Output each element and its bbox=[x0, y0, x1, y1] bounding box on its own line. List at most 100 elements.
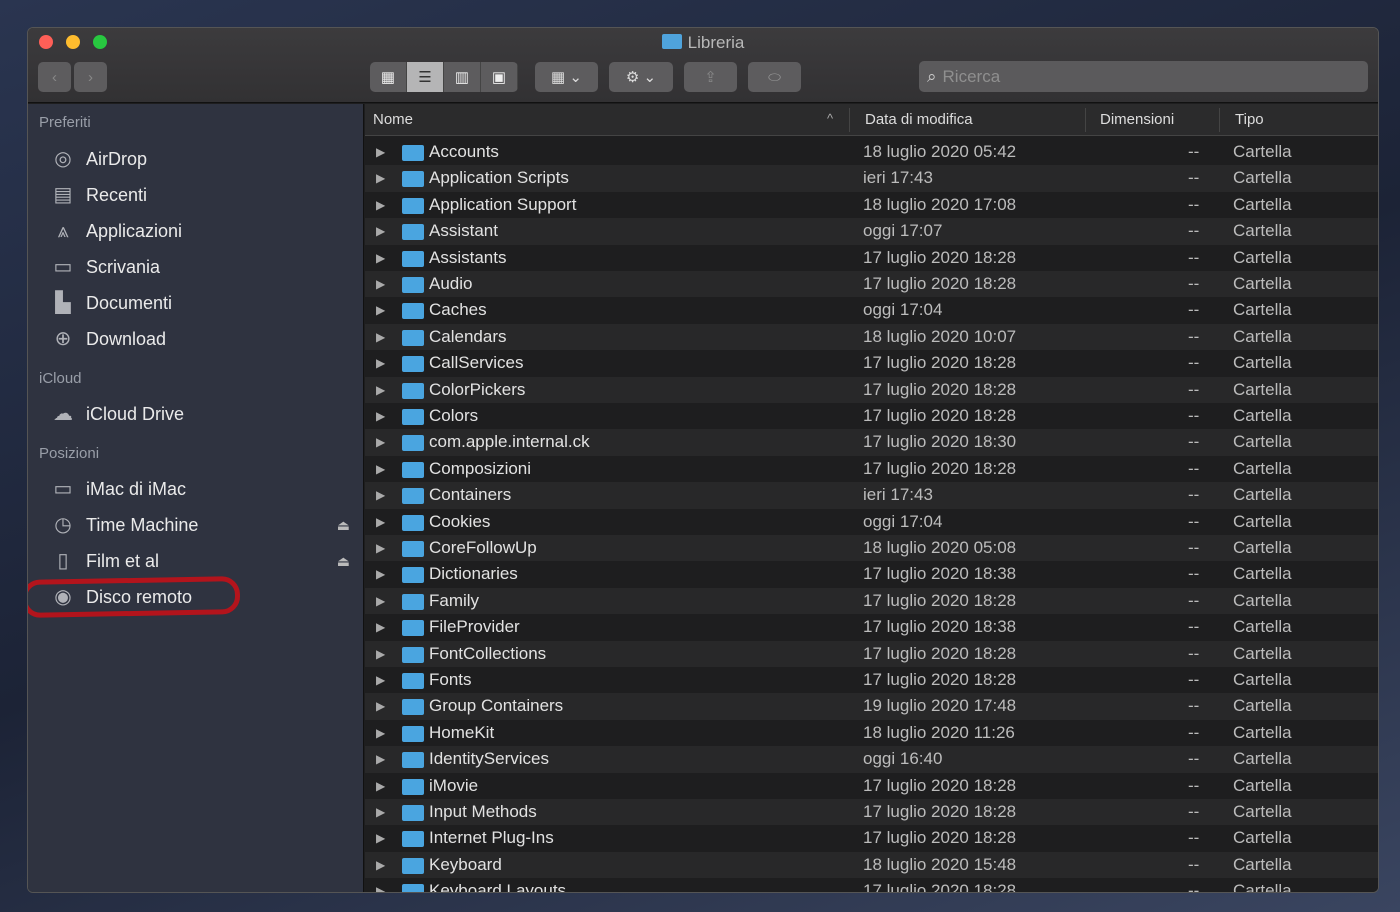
disclosure-triangle-icon[interactable]: ▶ bbox=[376, 356, 385, 370]
icon-view-button[interactable]: ▦ bbox=[370, 62, 407, 92]
table-row[interactable]: ▶ Assistants 17 luglio 2020 18:28 -- Cartell… bbox=[365, 245, 1378, 271]
file-size: -- bbox=[1188, 564, 1200, 584]
table-row[interactable]: ▶ com.apple.internal.ck 17 luglio 2020 18:… bbox=[365, 429, 1378, 456]
forward-button[interactable]: › bbox=[74, 62, 107, 92]
disclosure-triangle-icon[interactable]: ▶ bbox=[376, 435, 385, 449]
disclosure-triangle-icon[interactable]: ▶ bbox=[376, 198, 385, 212]
table-row[interactable]: ▶ FontCollections 17 luglio 2020 18:28 -- Ca… bbox=[365, 640, 1378, 667]
file-kind: Cartella bbox=[1233, 564, 1292, 584]
column-view-button[interactable]: ▥ bbox=[444, 62, 481, 92]
search-input[interactable]: ⌕ Ricerca bbox=[919, 61, 1368, 92]
disclosure-triangle-icon[interactable]: ▶ bbox=[376, 224, 385, 238]
column-date[interactable]: Data di modifica bbox=[865, 111, 973, 128]
table-row[interactable]: ▶ IdentityServices oggi 16:40 -- Cartella bbox=[365, 746, 1378, 773]
table-row[interactable]: ▶ Assistant oggi 17:07 -- Cartella bbox=[365, 218, 1378, 245]
sidebar-item-airdrop[interactable]: ◎ AirDrop bbox=[50, 144, 350, 174]
table-row[interactable]: ▶ Keyboard 18 luglio 2020 15:48 -- Cartella bbox=[365, 851, 1378, 879]
disclosure-triangle-icon[interactable]: ▶ bbox=[376, 383, 385, 397]
folder-icon bbox=[402, 224, 424, 241]
disclosure-triangle-icon[interactable]: ▶ bbox=[376, 647, 385, 661]
sidebar-item-download[interactable]: ⊕ Download bbox=[50, 324, 350, 354]
table-row[interactable]: ▶ Dictionaries 17 luglio 2020 18:38 -- Carte… bbox=[365, 561, 1378, 587]
column-size[interactable]: Dimensioni bbox=[1100, 111, 1174, 128]
tag-button[interactable]: ⬭ bbox=[748, 62, 801, 92]
table-row[interactable]: ▶ Cookies oggi 17:04 -- Cartella bbox=[365, 509, 1378, 535]
table-row[interactable]: ▶ Family 17 luglio 2020 18:28 -- Cartella bbox=[365, 587, 1378, 615]
disclosure-triangle-icon[interactable]: ▶ bbox=[376, 752, 385, 766]
disclosure-triangle-icon[interactable]: ▶ bbox=[376, 462, 385, 476]
table-row[interactable]: ▶ Internet Plug-Ins 17 luglio 2020 18:28 --… bbox=[365, 825, 1378, 851]
disclosure-triangle-icon[interactable]: ▶ bbox=[376, 567, 385, 581]
sidebar-item-disco-remoto[interactable]: ◉ Disco remoto bbox=[50, 582, 350, 612]
folder-icon bbox=[402, 778, 424, 795]
eject-icon[interactable]: ⏏ bbox=[337, 517, 350, 534]
sidebar-section-title: iCloud bbox=[39, 370, 82, 387]
sidebar-item-imac-di-imac[interactable]: ▭ iMac di iMac bbox=[50, 474, 350, 504]
table-row[interactable]: ▶ iMovie 17 luglio 2020 18:28 -- Cartella bbox=[365, 773, 1378, 799]
table-row[interactable]: ▶ Keyboard Layouts 17 luglio 2020 18:28 -- C… bbox=[365, 878, 1378, 892]
sidebar-item-film-et-al[interactable]: ▯ Film et al ⏏ bbox=[50, 546, 350, 576]
airdrop-icon: ◎ bbox=[54, 148, 72, 170]
disclosure-triangle-icon[interactable]: ▶ bbox=[376, 620, 385, 634]
disclosure-triangle-icon[interactable]: ▶ bbox=[376, 251, 385, 265]
table-row[interactable]: ▶ Containers ieri 17:43 -- Cartella bbox=[365, 482, 1378, 509]
share-button[interactable]: ⇪ bbox=[684, 62, 737, 92]
file-size: -- bbox=[1188, 247, 1200, 267]
disclosure-triangle-icon[interactable]: ▶ bbox=[376, 779, 385, 793]
sidebar-item-applicazioni[interactable]: ⩓ Applicazioni bbox=[50, 216, 350, 246]
disclosure-triangle-icon[interactable]: ▶ bbox=[376, 831, 385, 845]
disclosure-triangle-icon[interactable]: ▶ bbox=[376, 673, 385, 687]
table-row[interactable]: ▶ Fonts 17 luglio 2020 18:28 -- Cartella bbox=[365, 667, 1378, 693]
disclosure-triangle-icon[interactable]: ▶ bbox=[376, 884, 385, 892]
disclosure-triangle-icon[interactable]: ▶ bbox=[376, 303, 385, 317]
table-row[interactable]: ▶ Application Support 18 luglio 2020 17:08… bbox=[365, 192, 1378, 218]
group-button[interactable]: ▦ ⌄ bbox=[535, 62, 598, 92]
table-row[interactable]: ▶ Composizioni 17 luglio 2020 18:28 -- Carte… bbox=[365, 456, 1378, 482]
column-kind[interactable]: Tipo bbox=[1235, 111, 1264, 128]
disclosure-triangle-icon[interactable]: ▶ bbox=[376, 488, 385, 502]
disclosure-triangle-icon[interactable]: ▶ bbox=[376, 145, 385, 159]
disclosure-triangle-icon[interactable]: ▶ bbox=[376, 541, 385, 555]
disclosure-triangle-icon[interactable]: ▶ bbox=[376, 515, 385, 529]
disclosure-triangle-icon[interactable]: ▶ bbox=[376, 805, 385, 819]
disclosure-triangle-icon[interactable]: ▶ bbox=[376, 699, 385, 713]
table-row[interactable]: ▶ FileProvider 17 luglio 2020 18:38 -- Carte… bbox=[365, 614, 1378, 640]
library-folder-icon bbox=[661, 34, 682, 49]
sidebar-item-label: Documenti bbox=[86, 292, 173, 313]
table-row[interactable]: ▶ ColorPickers 17 luglio 2020 18:28 -- Carte… bbox=[365, 376, 1378, 403]
table-row[interactable]: ▶ Calendars 18 luglio 2020 10:07 -- Cartella bbox=[365, 323, 1378, 351]
list-view-button[interactable]: ☰ bbox=[407, 62, 444, 92]
table-row[interactable]: ▶ Application Scripts ieri 17:43 -- Cartella bbox=[365, 165, 1378, 192]
disclosure-triangle-icon[interactable]: ▶ bbox=[376, 858, 385, 872]
table-row[interactable]: ▶ Colors 17 luglio 2020 18:28 -- Cartella bbox=[365, 403, 1378, 429]
sidebar-item-recenti[interactable]: ▤ Recenti bbox=[50, 180, 350, 210]
table-row[interactable]: ▶ CoreFollowUp 18 luglio 2020 05:08 -- Carte… bbox=[365, 535, 1378, 562]
table-row[interactable]: ▶ CallServices 17 luglio 2020 18:28 -- Carte… bbox=[365, 350, 1378, 376]
file-date: 17 luglio 2020 18:28 bbox=[863, 353, 1017, 373]
table-row[interactable]: ▶ Input Methods 17 luglio 2020 18:28 -- Cart… bbox=[365, 799, 1378, 826]
table-row[interactable]: ▶ Accounts 18 luglio 2020 05:42 -- Cartella bbox=[365, 139, 1378, 165]
sidebar-item-documenti[interactable]: ▙ Documenti bbox=[50, 288, 350, 318]
sidebar-item-time-machine[interactable]: ◷ Time Machine ⏏ bbox=[50, 510, 350, 540]
column-name[interactable]: Nome bbox=[373, 111, 413, 128]
disclosure-triangle-icon[interactable]: ▶ bbox=[376, 330, 385, 344]
disclosure-triangle-icon[interactable]: ▶ bbox=[376, 171, 385, 185]
action-gear-button[interactable]: ⚙ ⌄ bbox=[609, 62, 673, 92]
disclosure-triangle-icon[interactable]: ▶ bbox=[376, 277, 385, 291]
table-row[interactable]: ▶ Audio 17 luglio 2020 18:28 -- Cartella bbox=[365, 271, 1378, 298]
disclosure-triangle-icon[interactable]: ▶ bbox=[376, 409, 385, 423]
sidebar-item-scrivania[interactable]: ▭ Scrivania bbox=[50, 252, 350, 282]
file-date: 17 luglio 2020 18:28 bbox=[863, 802, 1017, 821]
table-row[interactable]: ▶ HomeKit 18 luglio 2020 11:26 -- Cartella bbox=[365, 720, 1378, 746]
gallery-view-button[interactable]: ▣ bbox=[481, 62, 518, 92]
file-date: 17 luglio 2020 18:28 bbox=[863, 590, 1017, 610]
disclosure-triangle-icon[interactable]: ▶ bbox=[376, 726, 385, 740]
table-row[interactable]: ▶ Caches oggi 17:04 -- Cartella bbox=[365, 297, 1378, 323]
folder-icon bbox=[402, 382, 424, 399]
table-row[interactable]: ▶ Group Containers 19 luglio 2020 17:48 -- C… bbox=[365, 693, 1378, 720]
sidebar-item-icloud-drive[interactable]: ☁ iCloud Drive bbox=[50, 399, 350, 429]
file-name: Accounts bbox=[429, 142, 499, 161]
eject-icon[interactable]: ⏏ bbox=[337, 553, 350, 570]
back-button[interactable]: ‹ bbox=[38, 62, 71, 92]
disclosure-triangle-icon[interactable]: ▶ bbox=[376, 594, 385, 608]
